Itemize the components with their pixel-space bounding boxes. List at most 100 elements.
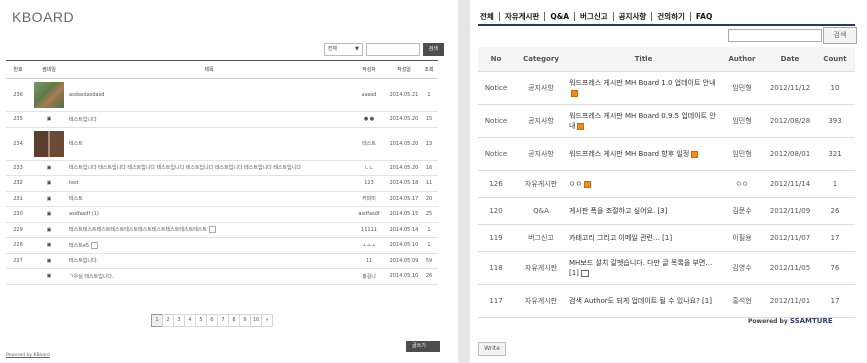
- post-author: ㅇㅇ: [719, 170, 765, 198]
- post-title[interactable]: 테스트: [68, 127, 350, 161]
- table-header-row: 번호 썸네일 제목 작성자 작성일 조회: [6, 60, 438, 79]
- post-title-text[interactable]: 워드프레스 게시판 MH Board 0.9.5 업데이트 안내: [569, 112, 716, 130]
- category-tab[interactable]: 전체: [478, 12, 500, 21]
- table-row[interactable]: 117 자유게시판 검색 Author도 되게 업데이트 될 수 있나요? [1] 홍…: [478, 284, 855, 318]
- table-row[interactable]: Notice 공지사항 워드프레스 게시판 MH Board 1.0 업데이트 안내…: [478, 71, 855, 105]
- table-row[interactable]: 227 ▣ 테스트입니다. 11 2014.05.09 59: [6, 253, 438, 269]
- category-tab[interactable]: 공지사항: [614, 12, 653, 21]
- post-title-text[interactable]: 게시판 폭을 조절하고 싶어요. [3]: [569, 207, 667, 215]
- page-link[interactable]: »: [261, 314, 273, 327]
- post-title[interactable]: 검색 Author도 되게 업데이트 될 수 있나요? [1]: [568, 284, 719, 318]
- post-title-text[interactable]: 테스트e5: [69, 243, 89, 249]
- post-title[interactable]: ㅇㅇ: [568, 170, 719, 198]
- search-target-select[interactable]: 전체 ▼: [323, 43, 363, 56]
- post-number: 229: [6, 222, 30, 238]
- table-row[interactable]: 236 asdasdasdasd aaasd 2014.05.21 1: [6, 78, 438, 112]
- post-title[interactable]: ㄱ우실 테스트입니다.: [68, 268, 350, 285]
- post-title[interactable]: 테스트: [68, 191, 350, 207]
- table-row[interactable]: Notice 공지사항 워드프레스 게시판 MH Board 향후 일정 임민형 201…: [478, 137, 855, 171]
- table-row[interactable]: 120 Q&A 게시판 폭을 조절하고 싶어요. [3] 김문수 2012/11/09 2…: [478, 197, 855, 225]
- post-title[interactable]: 테스트입니다.: [68, 253, 350, 269]
- mhboard-search-button[interactable]: 검색: [823, 27, 857, 44]
- new-icon: [583, 180, 591, 188]
- thumbnail-image[interactable]: [34, 82, 64, 108]
- kboard-search-input[interactable]: [365, 43, 420, 56]
- post-number: 120: [478, 197, 514, 225]
- category-tab[interactable]: FAQ: [691, 12, 717, 21]
- table-row[interactable]: 228 ▣ 테스트e5 ㅗㅗㅗ 2014.05.10 1: [6, 237, 438, 254]
- post-title[interactable]: MH보드 설치 갈벳습니다. 다만 글 목록을 부면… [1]: [568, 251, 719, 285]
- post-count: 17: [815, 224, 855, 252]
- post-title-text[interactable]: 테스트: [69, 141, 83, 147]
- table-row[interactable]: 231 ▣ 테스트 커피미 2014.05.17 20: [6, 191, 438, 207]
- post-title[interactable]: 워드프레스 게시판 MH Board 0.9.5 업데이트 안내: [568, 104, 719, 138]
- category-tab[interactable]: 버그신고: [575, 12, 614, 21]
- post-date: 2014.05.18: [388, 175, 420, 192]
- table-row[interactable]: 229 ▣ 테스트테스트테스트테스트테스트테스트테스트테스트테스트테스트 11111 2…: [6, 222, 438, 238]
- post-number: 118: [478, 251, 514, 285]
- post-title[interactable]: 테스트입니다: [68, 111, 350, 128]
- table-row[interactable]: 235 ▣ 테스트입니다 ● ● 2014.05.20 15: [6, 111, 438, 128]
- column-header: Title: [568, 47, 719, 72]
- post-title[interactable]: 테스트테스트테스트테스트테스트테스트테스트테스트테스트테스트: [68, 222, 350, 238]
- post-title[interactable]: 테스트e5: [68, 237, 350, 254]
- post-title-text[interactable]: 워드프레스 게시판 MH Board 향후 일정: [569, 150, 689, 158]
- post-title-text[interactable]: test: [69, 180, 79, 186]
- write-button[interactable]: Write: [478, 342, 506, 356]
- post-author: 임민형: [719, 104, 765, 138]
- column-header: Date: [765, 47, 815, 72]
- post-title-text[interactable]: asdasdasdasd: [69, 92, 104, 98]
- table-row[interactable]: 232 ▣ test 123 2014.05.18 11: [6, 175, 438, 192]
- post-date: 2014.05.14: [388, 222, 420, 238]
- post-title[interactable]: 테스트입니다 테스트입니다 테스트입니다 테스트입니다 테스트입니다 테스트입니…: [68, 160, 350, 176]
- column-header: 번호: [6, 60, 30, 79]
- kboard-panel: KBOARD 전체 ▼ 검색 번호 썸네일 제목 작성자 작성일 조회 236 asdasda…: [0, 0, 458, 363]
- post-title[interactable]: 워드프레스 게시판 MH Board 1.0 업데이트 안내: [568, 71, 719, 105]
- post-date: 2014.05.10: [388, 237, 420, 254]
- table-row[interactable]: ▣ ㄱ우실 테스트입니다. 홍길니 2014.05.10 26: [6, 268, 438, 285]
- post-title[interactable]: asdasdasdasd: [68, 78, 350, 112]
- post-views: 11: [420, 175, 438, 192]
- post-title-text[interactable]: asdfasdf (1): [69, 211, 99, 217]
- post-title-text[interactable]: 테스트테스트테스트테스트테스트테스트테스트테스트테스트테스트: [69, 227, 207, 233]
- post-date: 2014.05.17: [388, 191, 420, 207]
- thumbnail-cell: ▣: [30, 237, 68, 254]
- image-icon: ▣: [46, 257, 52, 264]
- post-title-text[interactable]: 워드프레스 게시판 MH Board 1.0 업데이트 안내: [569, 79, 716, 87]
- table-row[interactable]: 233 ▣ 테스트입니다 테스트입니다 테스트입니다 테스트입니다 테스트입니다 테…: [6, 160, 438, 176]
- table-row[interactable]: 118 자유게시판 MH보드 설치 갈벳습니다. 다만 글 목록을 부면… [1] 김…: [478, 251, 855, 285]
- lock-icon: [209, 226, 217, 234]
- table-row[interactable]: 126 자유게시판 ㅇㅇ ㅇㅇ 2012/11/14 1: [478, 170, 855, 198]
- post-number: 235: [6, 111, 30, 128]
- post-number: 119: [478, 224, 514, 252]
- post-title-text[interactable]: ㅇㅇ: [569, 180, 582, 188]
- post-title[interactable]: asdfasdf (1): [68, 206, 350, 223]
- write-button[interactable]: 글쓰기: [406, 341, 440, 352]
- thumbnail-cell: [30, 78, 68, 112]
- post-title-text[interactable]: 테스트입니다.: [69, 258, 98, 264]
- table-row[interactable]: 230 ▣ asdfasdf (1) asdfasdf 2014.05.15 25: [6, 206, 438, 223]
- post-title-text[interactable]: 테스트입니다: [69, 117, 97, 123]
- category-tab[interactable]: 건의하기: [652, 12, 691, 21]
- post-title-text[interactable]: 테스트입니다 테스트입니다 테스트입니다 테스트입니다 테스트입니다 테스트입니…: [69, 165, 301, 171]
- post-title-text[interactable]: 검색 Author도 되게 업데이트 될 수 있나요? [1]: [569, 297, 712, 305]
- category-tab[interactable]: Q&A: [545, 12, 576, 21]
- post-title-text[interactable]: 테스트: [69, 196, 83, 202]
- table-row[interactable]: 234 테스트 테스트 2014.05.20 13: [6, 127, 438, 161]
- table-row[interactable]: 119 버그신고 카테고리 그리고 이메일 관련… [1] 이필용 2012/11/07…: [478, 224, 855, 252]
- post-title[interactable]: 카테고리 그리고 이메일 관련… [1]: [568, 224, 719, 252]
- kboard-search-button[interactable]: 검색: [422, 43, 444, 56]
- thumbnail-image[interactable]: [34, 130, 64, 157]
- mhboard-search-input[interactable]: [728, 29, 822, 42]
- post-count: 1: [815, 170, 855, 198]
- powered-by-link[interactable]: Powered by KBoard: [6, 353, 50, 358]
- table-row[interactable]: Notice 공지사항 워드프레스 게시판 MH Board 0.9.5 업데이트 …: [478, 104, 855, 138]
- post-title[interactable]: 게시판 폭을 조절하고 싶어요. [3]: [568, 197, 719, 225]
- post-title-text[interactable]: MH보드 설치 갈벳습니다. 다만 글 목록을 부면… [1]: [569, 259, 712, 277]
- category-tab[interactable]: 자유게시판: [500, 12, 546, 21]
- post-title[interactable]: 워드프레스 게시판 MH Board 향후 일정: [568, 137, 719, 171]
- post-title-text[interactable]: 카테고리 그리고 이메일 관련… [1]: [569, 234, 672, 242]
- post-number: 233: [6, 160, 30, 176]
- post-title[interactable]: test: [68, 175, 350, 192]
- post-title-text[interactable]: ㄱ우실 테스트입니다.: [69, 274, 114, 280]
